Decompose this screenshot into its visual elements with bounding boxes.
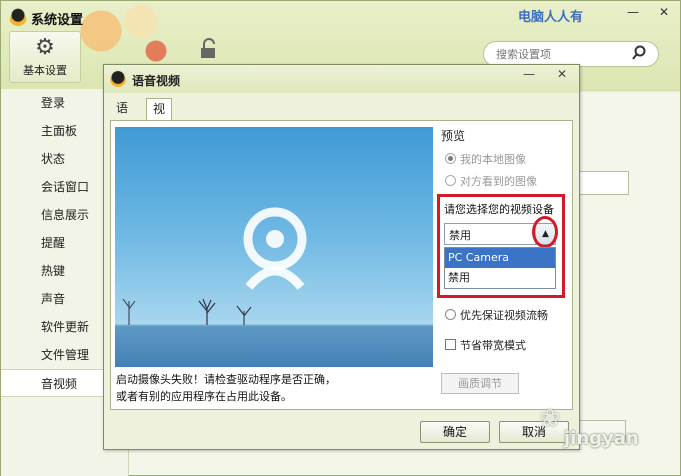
camera-failure-message: 启动摄像头失败！请检查驱动程序是否正确，或者有别的应用程序在占用此设备。 — [116, 373, 336, 403]
main-minimize-button[interactable]: — — [621, 5, 645, 21]
device-option-pc-camera[interactable]: PC Camera — [445, 248, 555, 268]
tree-icon — [198, 298, 216, 325]
radio-dot — [445, 175, 456, 186]
tree-icon — [236, 305, 252, 325]
radio-smooth-video[interactable]: 优先保证视频流畅 — [445, 307, 548, 323]
tab-voice[interactable]: 语音 — [110, 98, 134, 136]
radio-local-image[interactable]: 我的本地图像 — [445, 151, 526, 167]
camera-icon — [243, 207, 307, 290]
watermark: ❀ jingyan — [540, 402, 680, 474]
radio-remote-image[interactable]: 对方看到的图像 — [445, 173, 537, 189]
radio-smooth-label: 优先保证视频流畅 — [460, 309, 548, 322]
preview-label: 预览 — [441, 129, 466, 143]
tree-icon — [122, 298, 136, 325]
nav-basic-settings-label: 基本设置 — [23, 64, 67, 77]
watermark-text: jingyan — [564, 428, 639, 449]
background-input-field[interactable] — [579, 171, 629, 195]
device-label: 请您选择您的视频设备 — [444, 203, 554, 216]
dialog-title: 语音视频 — [132, 74, 181, 88]
arrow-highlight-circle — [532, 216, 558, 248]
qq-logo-icon — [9, 8, 27, 26]
quality-adjust-button[interactable]: 画质调节 — [441, 373, 519, 394]
voice-video-dialog: 语音视频 — ✕ 语音 视频 启动摄像头失败！请检查驱动程序是否正确，或者有别的… — [103, 64, 580, 450]
dialog-minimize-button[interactable]: — — [518, 67, 540, 83]
radio-dot — [445, 309, 456, 320]
qq-logo-icon — [110, 71, 126, 87]
checkbox-save-bandwidth-label: 节省带宽模式 — [460, 339, 526, 352]
radio-dot — [445, 153, 456, 164]
device-selected-value: 禁用 — [449, 229, 471, 242]
checkbox-box — [445, 339, 456, 350]
dialog-titlebar[interactable]: 语音视频 — ✕ — [104, 65, 579, 93]
checkbox-save-bandwidth[interactable]: 节省带宽模式 — [445, 337, 526, 353]
lock-icon[interactable] — [197, 37, 221, 67]
settings-search-input[interactable] — [496, 46, 636, 62]
radio-remote-label: 对方看到的图像 — [460, 175, 537, 188]
gear-icon: ⚙ — [35, 35, 55, 60]
nav-basic-settings[interactable]: ⚙ 基本设置 — [9, 31, 81, 83]
main-window-title: 系统设置 — [31, 13, 84, 28]
device-highlight-box: 请您选择您的视频设备 禁用 ▲ PC Camera 禁用 — [437, 194, 565, 298]
video-preview — [115, 127, 433, 367]
watermark-logo: ❀ — [540, 404, 563, 432]
search-icon[interactable] — [632, 45, 646, 65]
device-option-disabled[interactable]: 禁用 — [445, 268, 555, 288]
ok-button[interactable]: 确定 — [420, 421, 490, 443]
device-dropdown-list: PC Camera 禁用 — [444, 247, 556, 289]
video-tab-panel: 启动摄像头失败！请检查驱动程序是否正确，或者有别的应用程序在占用此设备。 预览 … — [110, 120, 573, 410]
top-watermark-text: 电脑人人有 — [518, 10, 584, 25]
radio-local-label: 我的本地图像 — [460, 153, 526, 166]
tab-video[interactable]: 视频 — [146, 98, 173, 137]
dialog-close-button[interactable]: ✕ — [551, 67, 573, 83]
main-close-button[interactable]: ✕ — [652, 5, 676, 21]
